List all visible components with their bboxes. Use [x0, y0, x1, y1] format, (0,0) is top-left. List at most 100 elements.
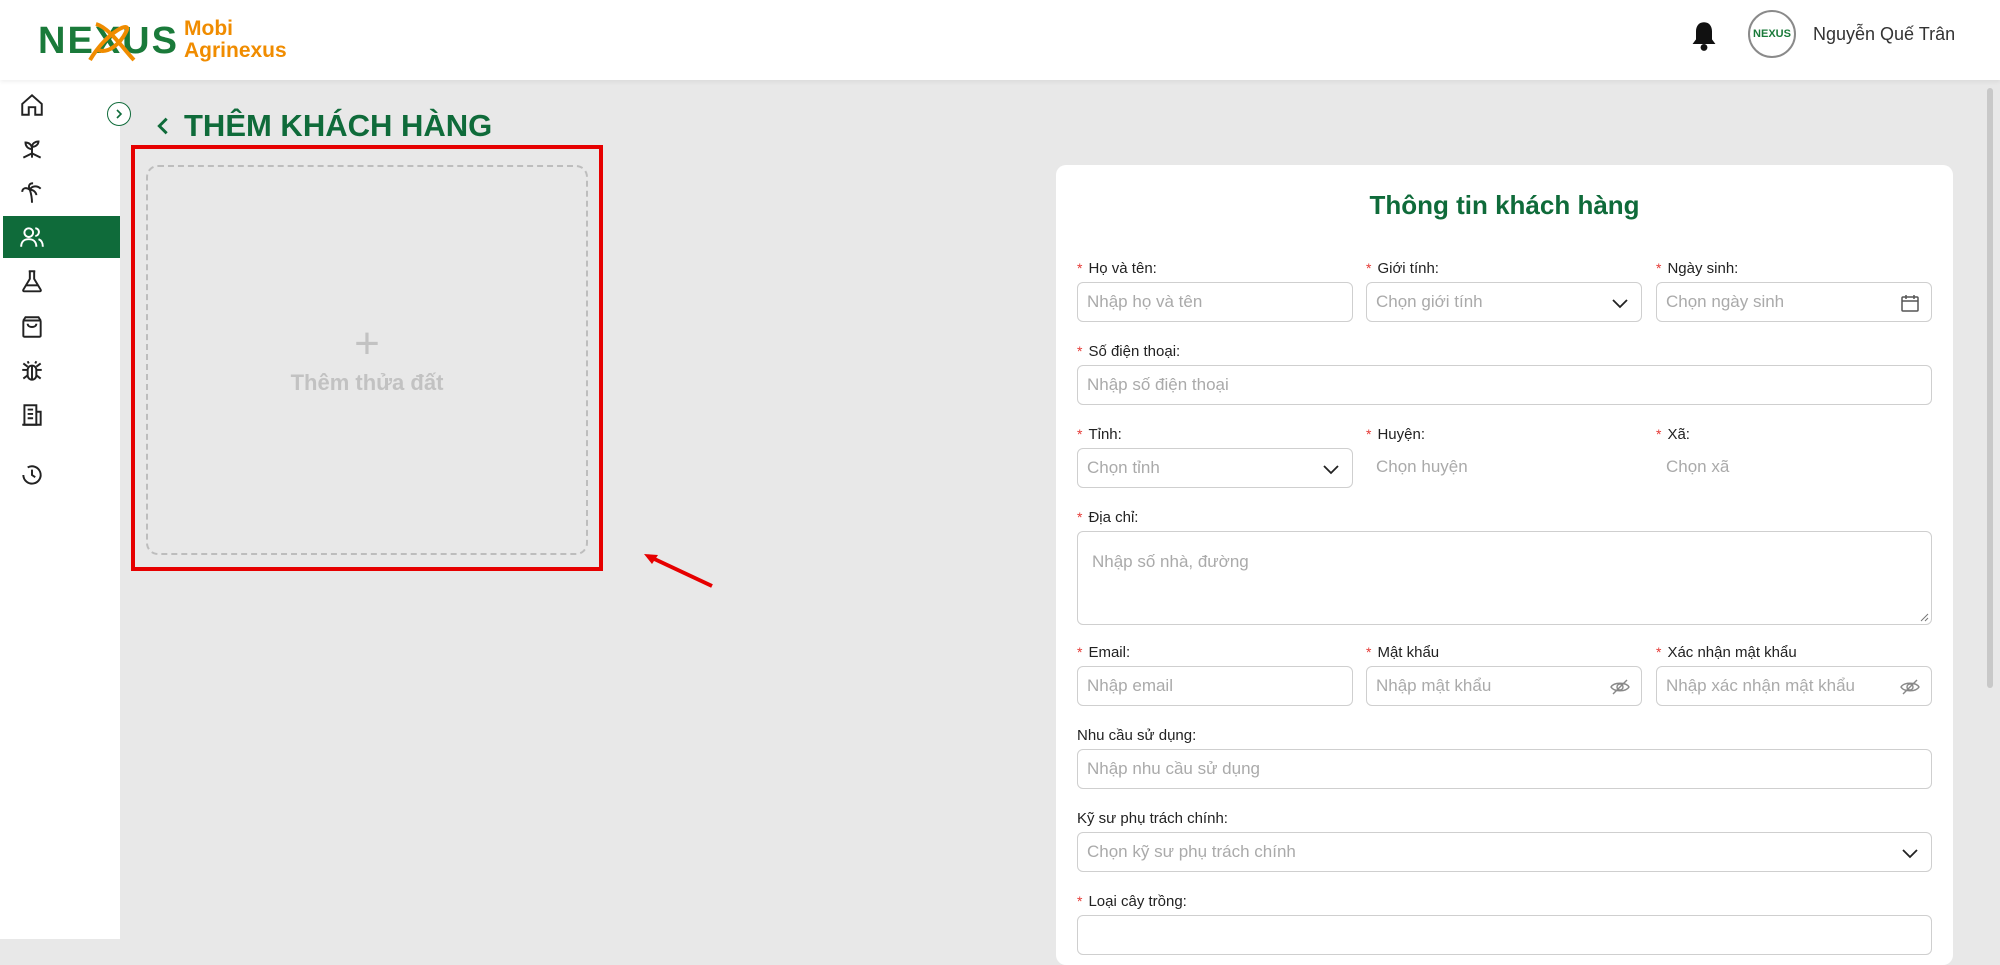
users-icon	[19, 227, 44, 247]
district-label-text: Huyện:	[1377, 426, 1425, 443]
sidebar-item-home[interactable]	[3, 84, 120, 126]
sidebar-toggle-button[interactable]	[107, 102, 131, 126]
gender-select[interactable]: Chọn giới tính	[1366, 282, 1642, 322]
email-label-text: Email:	[1088, 644, 1131, 661]
required-mark: *	[1366, 426, 1372, 442]
logo-line-1: Mobi	[184, 17, 233, 40]
bell-icon[interactable]	[1690, 20, 1718, 52]
full-name-placeholder: Nhập họ và tên	[1087, 292, 1203, 311]
password-label: * Mật khẩu	[1366, 644, 1439, 661]
full-name-label-text: Họ và tên:	[1088, 260, 1157, 277]
address-label-text: Địa chỉ:	[1088, 509, 1139, 526]
plant-icon	[22, 140, 41, 159]
sidebar	[0, 80, 120, 939]
app-logo[interactable]: NEXUS Mobi Agrinexus	[38, 10, 287, 70]
password-placeholder: Nhập mật khẩu	[1376, 676, 1492, 695]
top-header: NEXUS Mobi Agrinexus NEXUS Nguyễn Quế Tr…	[0, 0, 2000, 80]
chevron-down-icon	[1902, 849, 1918, 859]
crop-type-label-text: Loại cây trồng:	[1088, 893, 1187, 910]
ward-select[interactable]: Chọn xã	[1666, 448, 1932, 488]
home-icon	[20, 93, 43, 116]
required-mark: *	[1077, 343, 1083, 359]
ward-label: * Xã:	[1656, 426, 1690, 443]
sidebar-item-customers[interactable]	[3, 216, 120, 258]
sidebar-item-history[interactable]	[3, 454, 120, 496]
email-input[interactable]: Nhập email	[1077, 666, 1353, 706]
engineer-label-text: Kỹ sư phụ trách chính:	[1077, 810, 1228, 827]
annotation-highlight-box	[131, 145, 603, 571]
required-mark: *	[1366, 260, 1372, 276]
engineer-select[interactable]: Chọn kỹ sư phụ trách chính	[1077, 832, 1932, 872]
palm-tree-icon	[20, 182, 41, 203]
page-scrollbar[interactable]	[1987, 88, 1993, 688]
email-placeholder: Nhập email	[1087, 676, 1173, 695]
avatar-text: NEXUS	[1753, 28, 1791, 40]
birthday-date-picker[interactable]: Chọn ngày sinh	[1656, 282, 1932, 322]
engineer-label: Kỹ sư phụ trách chính:	[1077, 810, 1228, 827]
full-name-input[interactable]: Nhập họ và tên	[1077, 282, 1353, 322]
logo-line-2: Agrinexus	[184, 39, 287, 62]
sidebar-item-enterprise[interactable]	[3, 394, 120, 436]
district-select[interactable]: Chọn huyện	[1376, 448, 1642, 488]
required-mark: *	[1077, 426, 1083, 442]
province-label-text: Tỉnh:	[1088, 426, 1122, 443]
page-title: THÊM KHÁCH HÀNG	[154, 108, 492, 144]
back-chevron-icon[interactable]	[154, 115, 172, 137]
eye-off-icon[interactable]	[1899, 676, 1921, 698]
logo-text: Mobi Agrinexus	[184, 18, 287, 62]
province-placeholder: Chọn tỉnh	[1087, 458, 1160, 477]
gender-placeholder: Chọn giới tính	[1376, 292, 1483, 311]
email-label: * Email:	[1077, 644, 1130, 661]
sidebar-item-land[interactable]	[3, 128, 120, 170]
flask-icon	[21, 270, 42, 293]
nexus-logo-mark: NEXUS	[38, 10, 177, 70]
district-placeholder: Chọn huyện	[1376, 457, 1468, 476]
confirm-password-label: * Xác nhận mật khẩu	[1656, 644, 1797, 661]
annotation-arrow-icon	[644, 554, 713, 588]
phone-label: * Số điện thoại:	[1077, 343, 1180, 360]
sidebar-item-shop[interactable]	[3, 306, 120, 348]
province-select[interactable]: Chọn tỉnh	[1077, 448, 1353, 488]
address-textarea[interactable]: Nhập số nhà, đường	[1077, 531, 1932, 625]
confirm-password-input[interactable]: Nhập xác nhận mật khẩu	[1656, 666, 1932, 706]
calendar-icon	[1901, 295, 1919, 312]
required-mark: *	[1077, 893, 1083, 909]
avatar[interactable]: NEXUS	[1748, 10, 1796, 58]
resize-handle-icon[interactable]	[1919, 612, 1929, 622]
required-mark: *	[1366, 644, 1372, 660]
full-name-label: * Họ và tên:	[1077, 260, 1157, 277]
required-mark: *	[1077, 509, 1083, 525]
chevron-down-icon	[1323, 465, 1339, 475]
sidebar-item-lab[interactable]	[3, 260, 120, 302]
confirm-password-label-text: Xác nhận mật khẩu	[1667, 644, 1797, 661]
address-placeholder: Nhập số nhà, đường	[1092, 552, 1249, 571]
sidebar-item-crops[interactable]	[3, 172, 120, 214]
gender-label: * Giới tính:	[1366, 260, 1439, 277]
bug-icon	[21, 360, 42, 381]
address-label: * Địa chỉ:	[1077, 509, 1138, 526]
crop-type-label: * Loại cây trồng:	[1077, 893, 1187, 910]
birthday-label-text: Ngày sinh:	[1667, 260, 1739, 277]
usage-needs-placeholder: Nhập nhu cầu sử dụng	[1087, 759, 1261, 778]
district-label: * Huyện:	[1366, 426, 1425, 443]
ward-label-text: Xã:	[1667, 426, 1690, 443]
chevron-right-icon	[116, 109, 123, 119]
required-mark: *	[1656, 260, 1662, 276]
birthday-placeholder: Chọn ngày sinh	[1666, 292, 1785, 311]
confirm-password-placeholder: Nhập xác nhận mật khẩu	[1666, 676, 1856, 695]
password-label-text: Mật khẩu	[1377, 644, 1440, 661]
engineer-placeholder: Chọn kỹ sư phụ trách chính	[1087, 842, 1296, 861]
usage-needs-label: Nhu cầu sử dụng:	[1077, 727, 1196, 744]
customer-info-card: Thông tin khách hàng * Họ và tên: Nhập họ…	[1056, 165, 1953, 965]
password-input[interactable]: Nhập mật khẩu	[1366, 666, 1642, 706]
required-mark: *	[1077, 644, 1083, 660]
usage-needs-input[interactable]: Nhập nhu cầu sử dụng	[1077, 749, 1932, 789]
gender-label-text: Giới tính:	[1377, 260, 1439, 277]
user-name[interactable]: Nguyễn Quế Trân	[1813, 24, 1955, 45]
phone-input[interactable]: Nhập số điện thoại	[1077, 365, 1932, 405]
shopping-bag-icon	[21, 316, 42, 338]
crop-type-select[interactable]	[1077, 915, 1932, 955]
sidebar-item-pests[interactable]	[3, 350, 120, 392]
eye-off-icon[interactable]	[1609, 676, 1631, 698]
logo-swoosh-icon	[88, 22, 136, 62]
